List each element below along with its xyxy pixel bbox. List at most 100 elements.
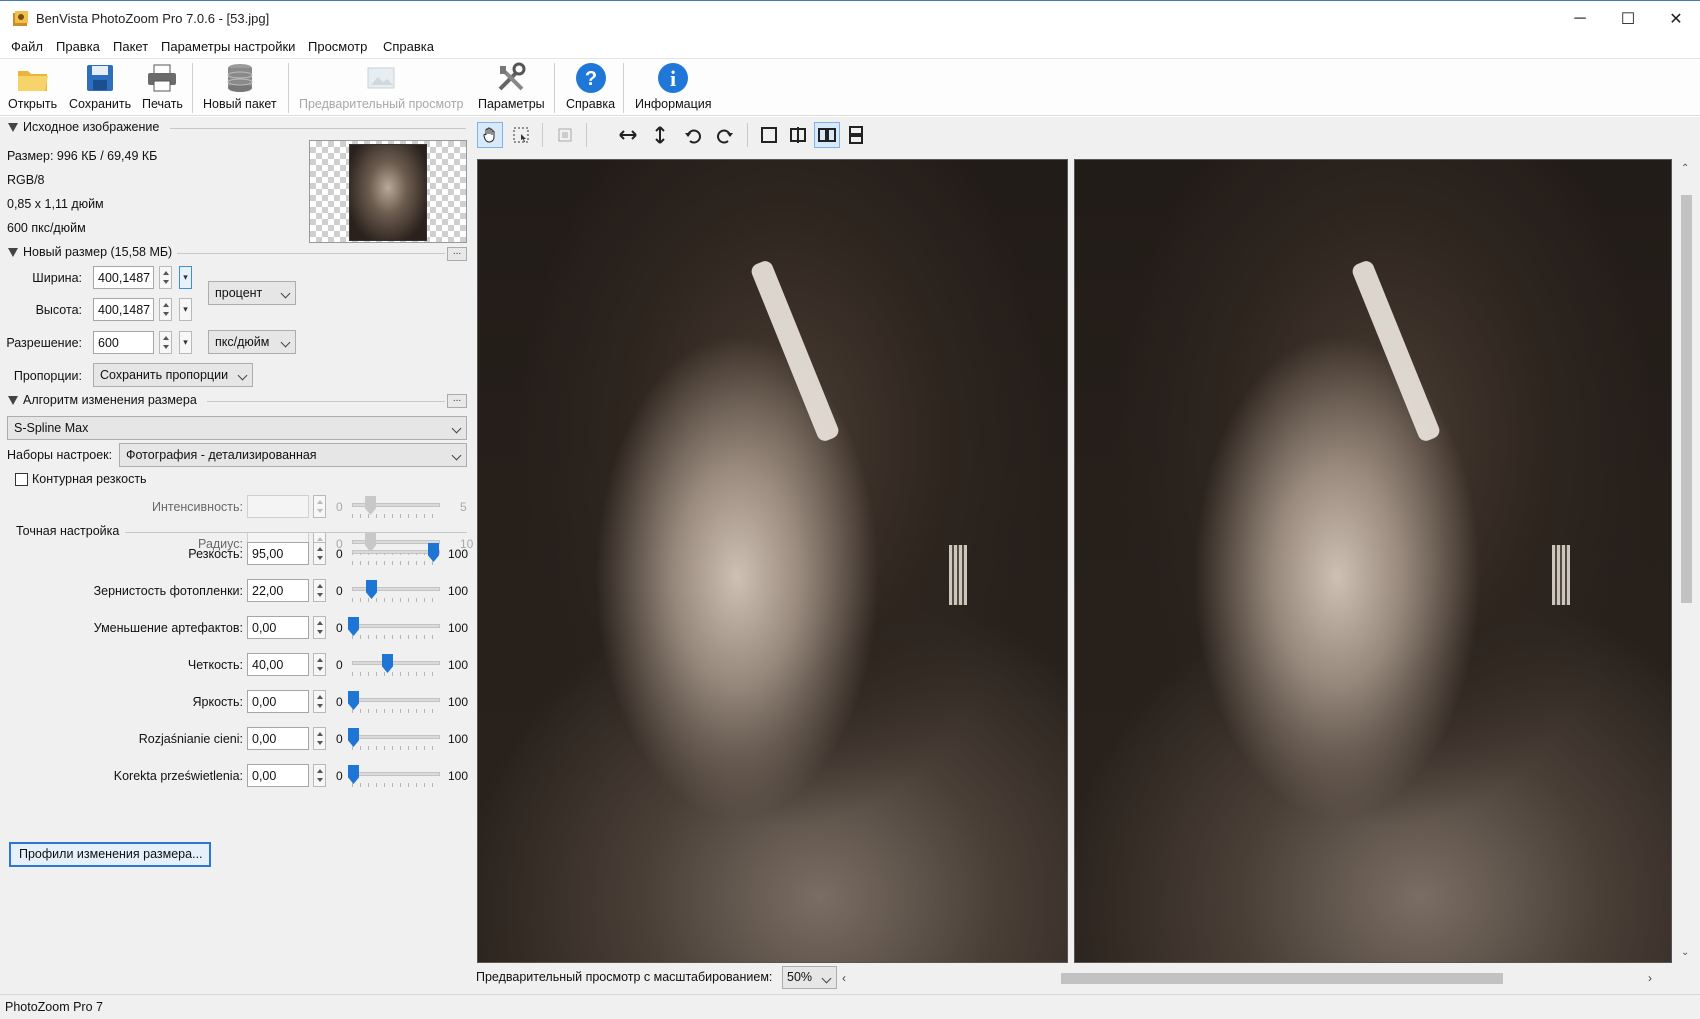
minimize-button[interactable]: ─ <box>1556 1 1604 37</box>
height-link-toggle[interactable]: ▾ <box>179 298 192 321</box>
zoom-select[interactable]: 50% <box>782 966 837 989</box>
new-size-more-button[interactable]: ... <box>447 247 467 261</box>
help-button[interactable]: ? Справка <box>566 61 615 115</box>
fine-slider-1-spinner[interactable] <box>313 579 326 602</box>
fine-slider-6-track[interactable] <box>352 772 440 776</box>
resolution-unit-select[interactable]: пкс/дюйм <box>208 330 296 354</box>
side-by-side-button[interactable] <box>814 122 840 148</box>
source-image-header[interactable]: Исходное изображение <box>8 120 159 134</box>
sharp-slider-0-spinner[interactable] <box>313 495 326 518</box>
fine-slider-3-input[interactable]: 40,00 <box>247 653 309 676</box>
fine-slider-0-thumb[interactable] <box>428 543 439 562</box>
fine-slider-2-track[interactable] <box>352 624 440 628</box>
fine-slider-3-spinner[interactable] <box>313 653 326 676</box>
fine-slider-3-track[interactable] <box>352 661 440 665</box>
fine-slider-0-track[interactable] <box>352 550 440 554</box>
resolution-input[interactable]: 600 <box>93 331 154 354</box>
toolbar-separator <box>747 123 748 147</box>
open-button[interactable]: Открыть <box>8 61 57 115</box>
save-button[interactable]: Сохранить <box>69 61 131 115</box>
fine-slider-0-input[interactable]: 95,00 <box>247 542 309 565</box>
size-unit-select[interactable]: процент <box>208 281 296 305</box>
sharp-slider-0-input[interactable] <box>247 495 309 518</box>
width-link-toggle[interactable]: ▾ <box>179 266 192 289</box>
proportions-select[interactable]: Сохранить пропорции <box>93 363 253 387</box>
scroll-thumb[interactable] <box>1061 973 1503 984</box>
fine-slider-1-thumb[interactable] <box>366 580 377 599</box>
height-spinner[interactable] <box>159 298 172 321</box>
print-button[interactable]: Печать <box>142 61 183 115</box>
fine-slider-6-thumb[interactable] <box>348 765 359 784</box>
presets-select[interactable]: Фотография - детализированная <box>119 443 467 467</box>
fine-slider-1-ticks <box>352 598 440 602</box>
fine-slider-5-track[interactable] <box>352 735 440 739</box>
fit-height-button[interactable] <box>647 122 673 148</box>
height-input[interactable]: 400,1487 <box>93 298 154 321</box>
resize-profiles-button[interactable]: Профили изменения размера... <box>9 842 211 867</box>
menu-settings[interactable]: Параметры настройки <box>161 39 295 54</box>
rotate-right-button[interactable] <box>712 122 738 148</box>
sharp-slider-0-thumb[interactable] <box>365 496 376 515</box>
selection-tool-button[interactable] <box>508 122 534 148</box>
scroll-up-icon[interactable]: ⌃ <box>1681 163 1689 174</box>
menu-edit[interactable]: Правка <box>56 39 100 54</box>
fine-slider-0-spinner[interactable] <box>313 542 326 565</box>
hand-tool-button[interactable] <box>477 122 503 148</box>
horizontal-scrollbar[interactable]: ‹ › <box>838 970 1666 987</box>
source-thumbnail[interactable] <box>309 140 467 243</box>
scroll-left-icon[interactable]: ‹ <box>842 971 846 985</box>
fine-slider-0-min: 0 <box>336 547 343 561</box>
info-button[interactable]: i Информация <box>635 61 712 115</box>
scroll-down-icon[interactable]: ⌄ <box>1681 947 1689 958</box>
sharpening-checkbox[interactable] <box>15 473 28 486</box>
fine-slider-5-input[interactable]: 0,00 <box>247 727 309 750</box>
scroll-thumb[interactable] <box>1681 195 1692 603</box>
fine-slider-4-thumb[interactable] <box>348 691 359 710</box>
algorithm-header[interactable]: Алгоритм изменения размера <box>8 393 197 407</box>
fine-slider-2-spinner[interactable] <box>313 616 326 639</box>
fine-slider-2-label: Уменьшение артефактов: <box>93 621 243 635</box>
fine-slider-2-thumb[interactable] <box>348 617 359 636</box>
menu-file[interactable]: Файл <box>11 39 43 54</box>
new-size-header[interactable]: Новый размер (15,58 МБ) <box>8 245 172 259</box>
algorithm-more-button[interactable]: ... <box>447 394 467 408</box>
resolution-link-toggle[interactable]: ▾ <box>179 331 192 354</box>
fit-width-button[interactable] <box>615 122 641 148</box>
close-button[interactable]: ✕ <box>1652 1 1700 37</box>
fine-slider-4-input[interactable]: 0,00 <box>247 690 309 713</box>
width-spinner[interactable] <box>159 266 172 289</box>
new-batch-button[interactable]: Новый пакет <box>203 61 277 115</box>
fine-slider-6-input[interactable]: 0,00 <box>247 764 309 787</box>
fine-slider-5-thumb[interactable] <box>348 728 359 747</box>
result-preview-pane[interactable] <box>1074 159 1672 963</box>
menu-view[interactable]: Просмотр <box>308 39 367 54</box>
fine-slider-6-spinner[interactable] <box>313 764 326 787</box>
window-title: BenVista PhotoZoom Pro 7.0.6 - [53.jpg] <box>36 11 270 26</box>
menu-help[interactable]: Справка <box>383 39 434 54</box>
width-input[interactable]: 400,1487 <box>93 266 154 289</box>
zoom-label: Предварительный просмотр с масштабирован… <box>476 970 773 984</box>
fine-slider-1-input[interactable]: 22,00 <box>247 579 309 602</box>
crop-button[interactable] <box>552 122 578 148</box>
menu-batch[interactable]: Пакет <box>113 39 148 54</box>
parameters-button[interactable]: Параметры <box>478 61 545 115</box>
fine-slider-2-input[interactable]: 0,00 <box>247 616 309 639</box>
rotate-left-button[interactable] <box>680 122 706 148</box>
resolution-spinner[interactable] <box>159 331 172 354</box>
maximize-button[interactable]: ☐ <box>1604 1 1652 37</box>
fine-slider-1-track[interactable] <box>352 587 440 591</box>
algorithm-select[interactable]: S-Spline Max <box>7 416 467 440</box>
vertical-scrollbar[interactable]: ⌃ ⌄ <box>1677 159 1695 963</box>
single-view-button[interactable] <box>756 122 782 148</box>
split-view-button[interactable] <box>785 122 811 148</box>
fine-slider-4-track[interactable] <box>352 698 440 702</box>
original-preview-pane[interactable] <box>477 159 1068 963</box>
scroll-right-icon[interactable]: › <box>1648 971 1652 985</box>
fine-slider-3-thumb[interactable] <box>382 654 393 673</box>
stacked-view-button[interactable] <box>843 122 869 148</box>
chevron-down-icon <box>280 288 291 299</box>
source-resolution: 600 пкс/дюйм <box>7 221 86 235</box>
preview-button[interactable]: Предварительный просмотр <box>299 61 463 115</box>
fine-slider-5-spinner[interactable] <box>313 727 326 750</box>
fine-slider-4-spinner[interactable] <box>313 690 326 713</box>
